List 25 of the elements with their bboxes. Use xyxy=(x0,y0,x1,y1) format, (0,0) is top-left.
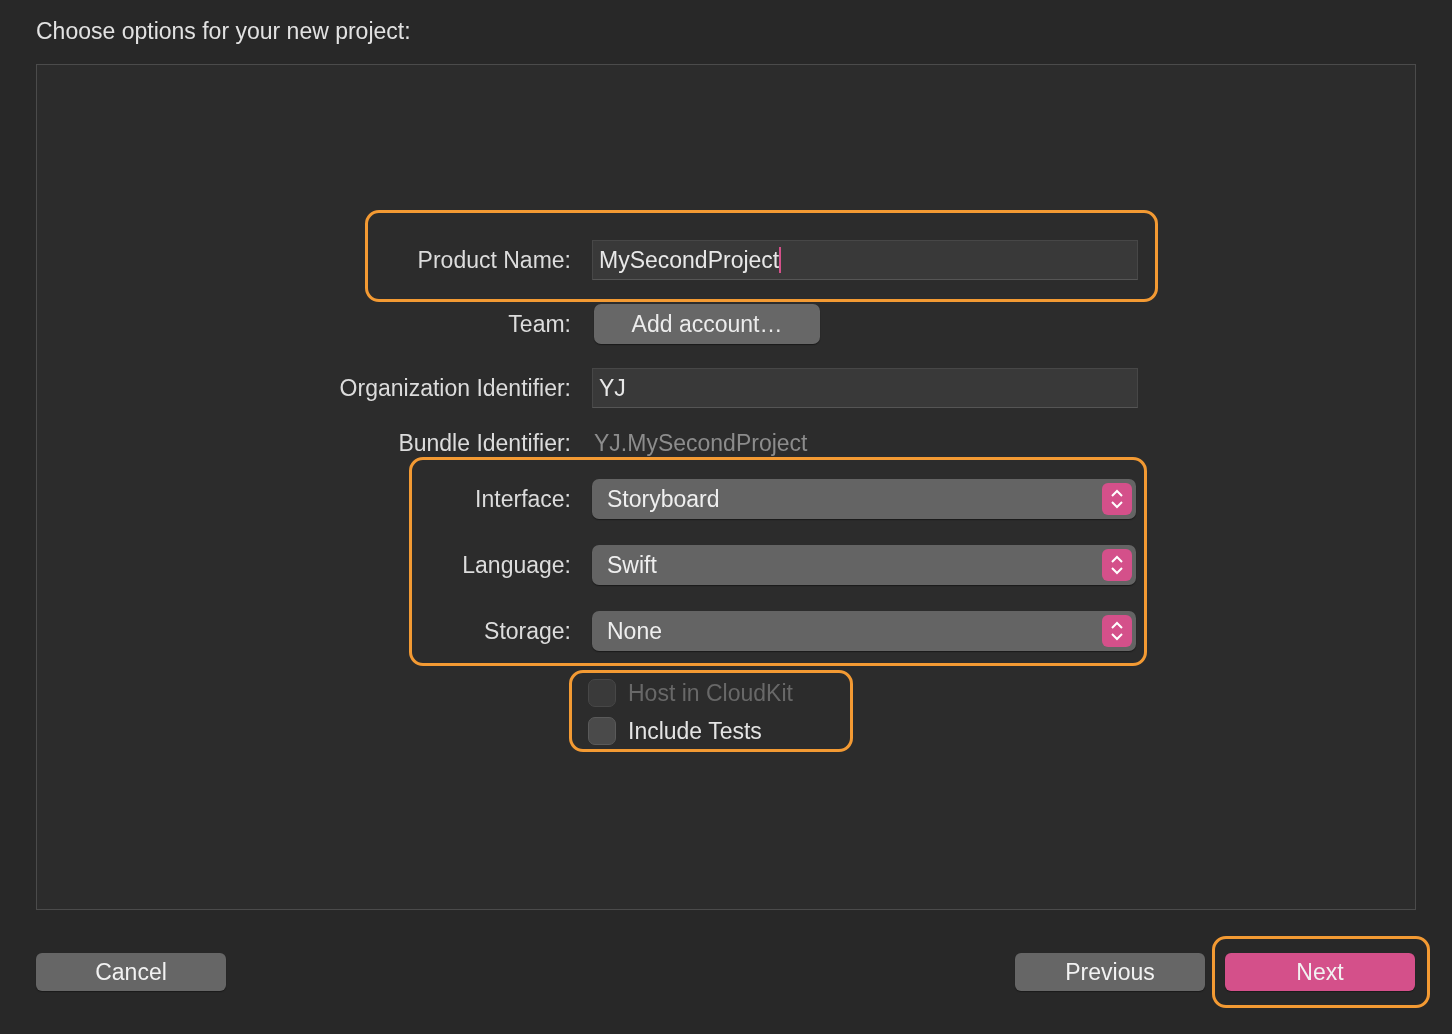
field-label: Product Name: xyxy=(416,246,571,275)
text-field[interactable]: YJ xyxy=(592,368,1138,408)
field-label: Storage: xyxy=(483,617,571,646)
popup-button[interactable]: Storyboard xyxy=(592,479,1136,519)
field-value: YJ.MySecondProject xyxy=(593,429,808,457)
add-account-button[interactable]: Add account… xyxy=(594,304,820,344)
dialog-button[interactable]: Next xyxy=(1225,953,1415,991)
popup-button[interactable]: Swift xyxy=(592,545,1136,585)
checkbox[interactable] xyxy=(588,717,616,745)
checkbox-label: Host in CloudKit xyxy=(628,679,793,707)
field-label: Bundle Identifier: xyxy=(397,429,571,458)
field-label: Language: xyxy=(461,551,571,580)
text-field[interactable]: MySecondProject xyxy=(592,240,1138,280)
stepper-icon xyxy=(1102,483,1132,515)
checkbox-label: Include Tests xyxy=(628,717,762,745)
field-label: Organization Identifier: xyxy=(338,374,571,403)
dialog-heading: Choose options for your new project: xyxy=(36,18,412,46)
dialog-button[interactable]: Previous xyxy=(1015,953,1205,991)
popup-button[interactable]: None xyxy=(592,611,1136,651)
field-label: Interface: xyxy=(474,485,571,514)
stepper-icon xyxy=(1102,549,1132,581)
text-cursor xyxy=(779,247,782,273)
field-label: Team: xyxy=(507,310,571,339)
stepper-icon xyxy=(1102,615,1132,647)
dialog-button[interactable]: Cancel xyxy=(36,953,226,991)
